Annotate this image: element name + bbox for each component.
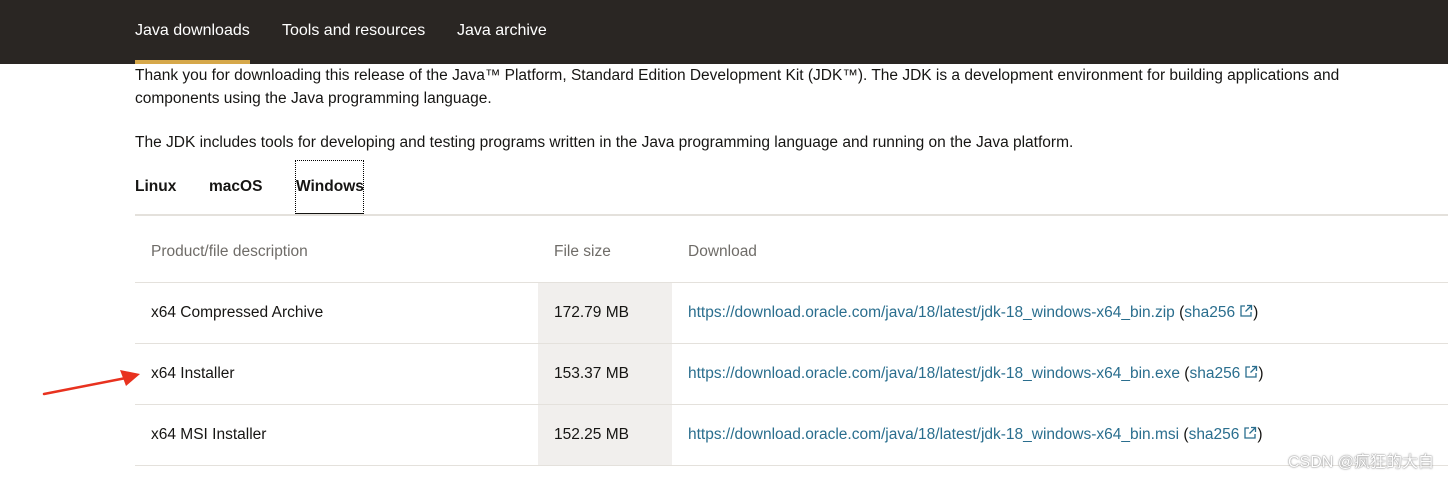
table-row: x64 Compressed Archive 172.79 MB https:/… (135, 283, 1448, 344)
red-arrow-icon (42, 370, 140, 396)
tab-macos[interactable]: macOS (209, 160, 262, 216)
external-link-icon (1244, 426, 1257, 439)
row-download-cell: https://download.oracle.com/java/18/late… (688, 365, 1264, 382)
sha256-link[interactable]: sha256 (1184, 304, 1235, 321)
row-file-size: 152.25 MB (554, 426, 629, 443)
table-row: x64 MSI Installer 152.25 MB https://down… (135, 405, 1448, 466)
intro-paragraph: Thank you for downloading this release o… (135, 67, 1340, 107)
download-link-zip[interactable]: https://download.oracle.com/java/18/late… (688, 304, 1175, 321)
top-navigation-bar: Java downloads Tools and resources Java … (0, 0, 1448, 64)
row-download-cell: https://download.oracle.com/java/18/late… (688, 426, 1263, 443)
download-link-exe[interactable]: https://download.oracle.com/java/18/late… (688, 365, 1180, 382)
header-download: Download (688, 243, 757, 260)
jdk-tools-paragraph: The JDK includes tools for developing an… (135, 134, 1074, 151)
table-header-row: Product/file description File size Downl… (135, 222, 1448, 283)
row-file-size: 172.79 MB (554, 304, 629, 321)
external-link-icon (1245, 365, 1258, 378)
nav-java-downloads[interactable]: Java downloads (135, 0, 250, 64)
tabs-divider (135, 214, 1448, 216)
header-file-size: File size (554, 243, 611, 260)
row-description: x64 MSI Installer (151, 426, 267, 443)
sha256-link[interactable]: sha256 (1189, 365, 1240, 382)
row-file-size: 153.37 MB (554, 365, 629, 382)
sha256-link[interactable]: sha256 (1189, 426, 1240, 443)
watermark: CSDN @疯狂的大白 (1287, 454, 1434, 471)
row-download-cell: https://download.oracle.com/java/18/late… (688, 304, 1259, 321)
tab-windows[interactable]: Windows (295, 160, 364, 216)
row-description: x64 Installer (151, 365, 235, 382)
table-row: x64 Installer 153.37 MB https://download… (135, 344, 1448, 405)
header-description: Product/file description (151, 243, 308, 260)
nav-tools-and-resources[interactable]: Tools and resources (282, 0, 425, 64)
tab-linux[interactable]: Linux (135, 160, 176, 216)
download-link-msi[interactable]: https://download.oracle.com/java/18/late… (688, 426, 1179, 443)
nav-java-archive[interactable]: Java archive (457, 0, 547, 64)
external-link-icon (1240, 304, 1253, 317)
row-description: x64 Compressed Archive (151, 304, 324, 321)
